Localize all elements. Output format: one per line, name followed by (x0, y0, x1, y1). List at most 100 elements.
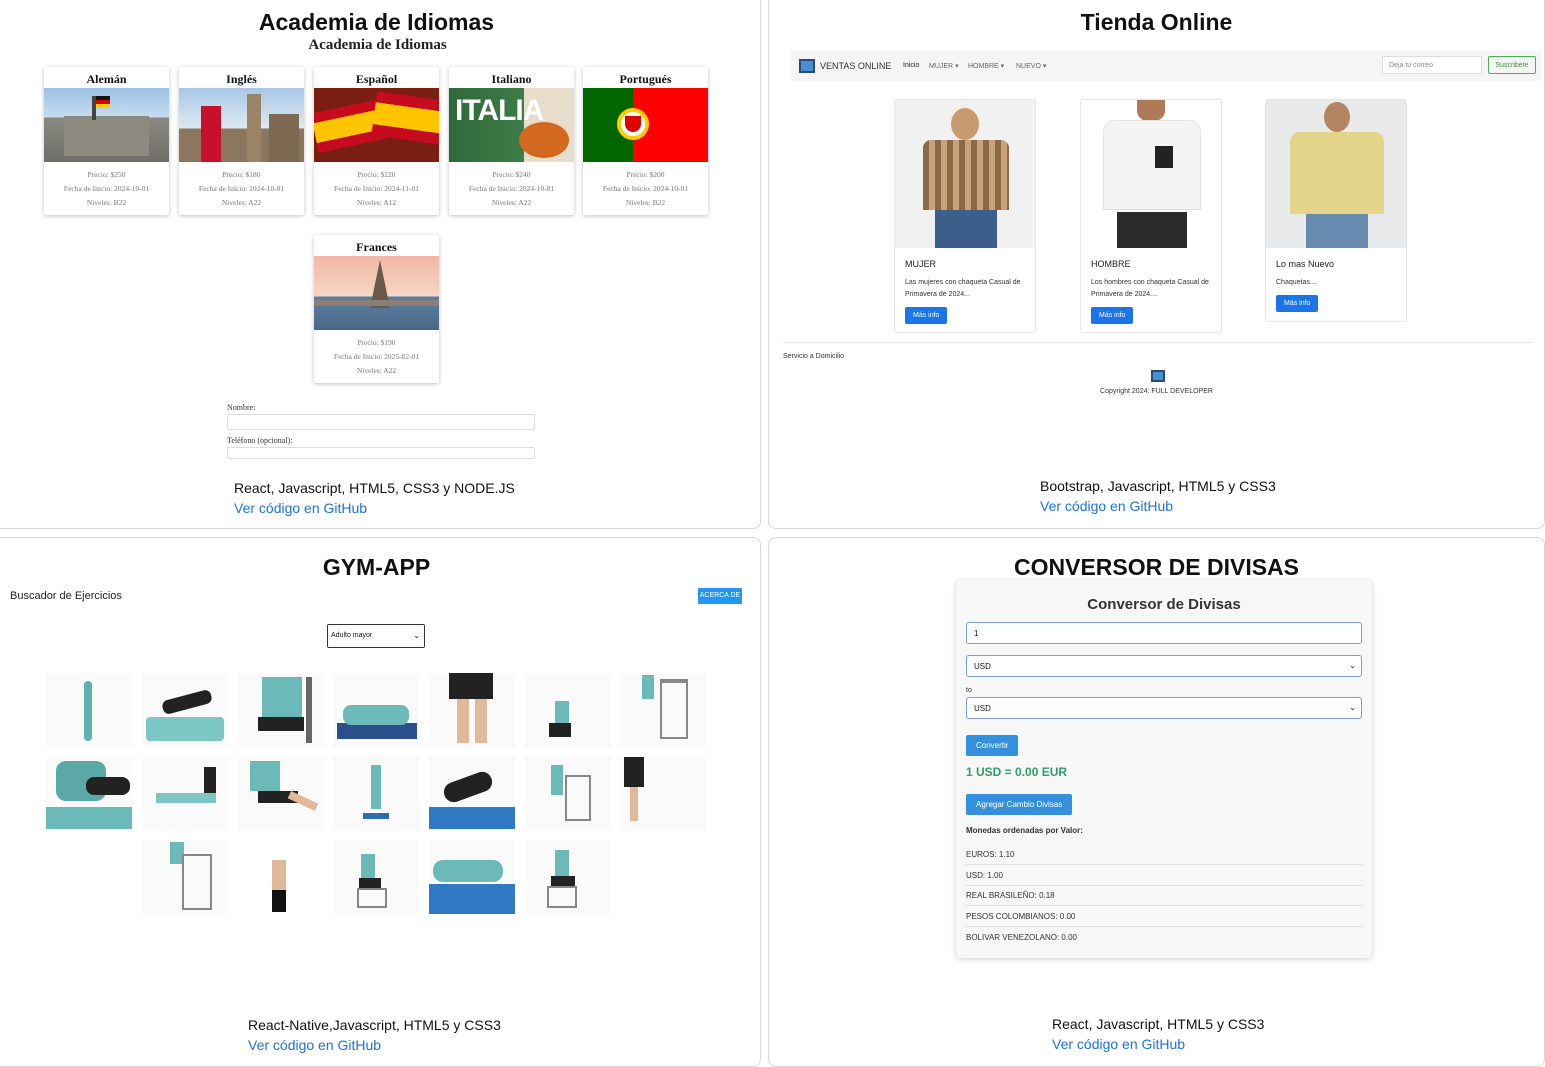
nav-mujer[interactable]: MUJER ▾ (929, 62, 959, 70)
rate-item: PESOS COLOMBIANOS: 0.00 (966, 912, 1362, 927)
product-title: MUJER (905, 259, 936, 269)
rate-item: BOLIVAR VENEZOLANO: 0.00 (966, 933, 1078, 942)
add-rate-button[interactable]: Agregar Cambio Divisas (966, 794, 1073, 815)
language-card: Italiano ITALIA Precio: $240 Fecha de In… (449, 67, 574, 215)
name-input[interactable] (227, 414, 535, 430)
chevron-down-icon: ⌄ (413, 631, 420, 640)
exercise-thumb[interactable] (333, 757, 419, 831)
more-info-button[interactable]: Más info (1276, 295, 1319, 312)
to-select[interactable]: USD ⌄ (966, 697, 1362, 719)
rate-item: EUROS: 1.10 (966, 850, 1362, 865)
start-date-text: Fecha de Inicio: 2025-02-01 (333, 352, 420, 361)
footer-copyright: Copyright 2024: FULL DEVELOPER (1100, 388, 1213, 395)
to-label: to (966, 687, 972, 694)
level-text: Niveles: B22 (625, 198, 666, 207)
exercise-thumb[interactable] (142, 673, 228, 747)
language-card: Español Precio: $220 Fecha de Inicio: 20… (314, 67, 439, 215)
shop-navbar: VENTAS ONLINE Inicio MUJER ▾ HOMBRE ▾ NU… (791, 51, 1541, 81)
exercise-thumb[interactable] (238, 673, 324, 747)
man-tshirt-image (1081, 100, 1221, 248)
exercise-thumb[interactable] (238, 757, 324, 831)
exercise-thumb[interactable] (46, 757, 132, 831)
exercise-thumb[interactable] (46, 673, 132, 747)
product-title: HOMBRE (1091, 259, 1131, 269)
italia-text: ITALIA (455, 94, 544, 127)
amount-input[interactable]: 1 (966, 622, 1362, 644)
exercise-thumb[interactable] (525, 673, 611, 747)
email-input[interactable]: Deja tu correo (1382, 56, 1482, 74)
conversion-result: 1 USD = 0.00 EUR (966, 765, 1068, 779)
language-name: Español (355, 72, 398, 86)
project-title: CONVERSOR DE DIVISAS (1014, 554, 1299, 580)
language-name: Italiano (491, 72, 532, 86)
phone-input[interactable] (227, 447, 535, 459)
phone-label: Teléfono (opcional): (227, 436, 293, 445)
github-link[interactable]: Ver código en GitHub (248, 1037, 381, 1053)
exercise-thumb[interactable] (142, 840, 228, 914)
product-desc: Los hombres con chaqueta Casual de Prima… (1091, 279, 1209, 298)
exercise-thumb[interactable] (238, 840, 324, 914)
project-screenshot: Academia de Idiomas Alemán Precio: $250 … (0, 33, 760, 459)
language-card: Frances Precio: $190 Fecha de Inicio: 20… (314, 235, 439, 383)
footer-servicio: Servicio a Domicilio (783, 353, 845, 360)
to-select-value: USD (974, 704, 991, 713)
product-desc: Las mujeres con chaqueta Casual de Prima… (905, 279, 1021, 298)
exercise-thumb[interactable] (429, 673, 515, 747)
convert-button[interactable]: Convertir (966, 735, 1019, 756)
nav-inicio[interactable]: Inicio (903, 62, 919, 69)
price-text: Precio: $250 (87, 170, 126, 179)
start-date-text: Fecha de Inicio: 2024-11-01 (334, 184, 419, 193)
exercise-thumb[interactable] (620, 757, 706, 831)
italia-image: ITALIA (449, 88, 574, 162)
project-title: GYM-APP (322, 554, 431, 580)
project-card-tienda: Tienda Online VENTAS ONLINE Inicio MUJER… (768, 0, 1545, 529)
product-title: Lo mas Nuevo (1276, 259, 1335, 269)
product-desc: Chaquetas.... (1276, 279, 1318, 286)
language-card: Alemán Precio: $250 Fecha de Inicio: 202… (44, 67, 169, 215)
more-info-button[interactable]: Más info (905, 307, 948, 324)
exercise-thumb[interactable] (525, 840, 611, 914)
nav-hombre[interactable]: HOMBRE ▾ (968, 62, 1004, 70)
from-select[interactable]: USD ⌄ (966, 655, 1362, 677)
yellow-jacket-image (1266, 100, 1406, 248)
nav-mujer-label: MUJER (929, 63, 954, 70)
converter-heading: Conversor de Divisas (1087, 596, 1241, 613)
tech-stack: React-Native,Javascript, HTML5 y CSS3 (248, 1017, 501, 1033)
project-title: Academia de Idiomas (258, 9, 495, 35)
language-name: Inglés (226, 72, 257, 86)
nav-hombre-label: HOMBRE (968, 63, 999, 70)
more-info-button[interactable]: Más info (1091, 307, 1134, 324)
level-text: Niveles: A12 (356, 198, 397, 207)
price-text: Precio: $240 (492, 170, 531, 179)
language-name: Alemán (86, 72, 127, 86)
level-text: Niveles: A22 (356, 366, 397, 375)
shop-brand[interactable]: VENTAS ONLINE (820, 61, 891, 71)
exercise-thumb[interactable] (429, 840, 515, 914)
language-name: Frances (356, 240, 397, 254)
subscribe-button[interactable]: Suscribete (1488, 56, 1536, 74)
spain-flags-image (314, 88, 439, 162)
language-card: Inglés Precio: $180 Fecha de Inicio: 202… (179, 67, 304, 215)
github-link[interactable]: Ver código en GitHub (234, 500, 367, 516)
exercise-thumb[interactable] (525, 757, 611, 831)
language-card: Portugués Precio: $200 Fecha de Inicio: … (583, 67, 708, 215)
project-card-conversor: CONVERSOR DE DIVISAS Conversor de Divisa… (768, 537, 1545, 1067)
level-text: Niveles: A22 (491, 198, 532, 207)
project-card-gym: GYM-APP Buscador de Ejercicios ACERCA DE… (0, 537, 761, 1067)
london-image (179, 88, 304, 162)
chevron-down-icon: ⌄ (1349, 703, 1356, 712)
rate-item: USD: 1.00 (966, 871, 1362, 886)
project-card-academia: Academia de Idiomas Academia de Idiomas … (0, 0, 761, 529)
nav-nuevo[interactable]: NUEVO ▾ (1016, 62, 1046, 70)
exercise-thumb[interactable] (142, 757, 228, 831)
about-button[interactable]: ACERCA DE (698, 588, 742, 604)
tech-stack: React, Javascript, HTML5 y CSS3 (1052, 1016, 1265, 1032)
exercise-thumb[interactable] (333, 673, 419, 747)
exercise-thumb[interactable] (333, 840, 419, 914)
tech-stack: React, Javascript, HTML5, CSS3 y NODE.JS (234, 480, 515, 496)
age-select[interactable]: Adulto mayor ⌄ (327, 624, 425, 648)
github-link[interactable]: Ver código en GitHub (1040, 498, 1173, 514)
app-title: Buscador de Ejercicios (10, 590, 122, 602)
exercise-thumb[interactable] (620, 673, 706, 747)
exercise-thumb[interactable] (429, 757, 515, 831)
